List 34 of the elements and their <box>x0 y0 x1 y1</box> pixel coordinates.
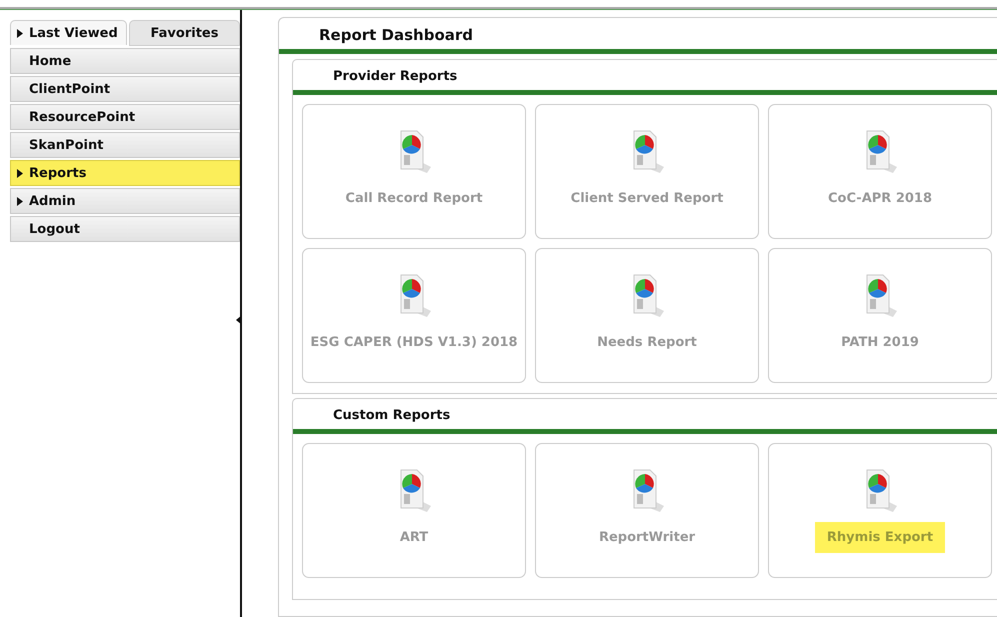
item-label: Home <box>29 54 72 68</box>
item-label: ResourcePoint <box>29 110 136 124</box>
tab-label: Favorites <box>150 26 218 40</box>
item-label: Reports <box>29 166 86 180</box>
expand-arrow-icon <box>17 196 23 206</box>
report-label: PATH 2019 <box>841 334 919 352</box>
item-label: Logout <box>29 222 80 236</box>
report-label: ART <box>400 529 428 547</box>
report-label: Rhymis Export <box>814 522 946 553</box>
report-label: CoC-APR 2018 <box>828 190 932 208</box>
item-label: ClientPoint <box>29 82 110 96</box>
sidebar-item[interactable]: ClientPoint <box>10 76 240 102</box>
section-title: Provider Reports <box>293 60 997 95</box>
sidebar-item[interactable]: Home <box>10 48 240 74</box>
sidebar-tab[interactable]: Last Viewed <box>10 20 127 45</box>
report-label: Client Served Report <box>570 190 724 208</box>
section-title: Custom Reports <box>293 399 997 434</box>
expand-arrow-icon <box>17 28 23 38</box>
sidebar-item[interactable]: Logout <box>10 216 240 242</box>
report-label: ESG CAPER (HDS V1.3) 2018 <box>310 334 518 352</box>
sidebar-item[interactable]: ResourcePoint <box>10 104 240 130</box>
sidebar-tab[interactable]: Favorites <box>129 20 240 46</box>
item-label: SkanPoint <box>29 138 104 152</box>
sidebar-item[interactable]: SkanPoint <box>10 132 240 158</box>
dashboard-title: Report Dashboard <box>279 18 997 54</box>
report-label: ReportWriter <box>598 529 696 547</box>
report-label: Needs Report <box>597 334 697 352</box>
report-label: Call Record Report <box>345 190 483 208</box>
expand-arrow-icon <box>17 168 23 178</box>
tab-label: Last Viewed <box>29 26 118 40</box>
sidebar-item[interactable]: Admin <box>10 188 240 214</box>
collapse-arrow-icon[interactable] <box>236 315 242 325</box>
sidebar-item[interactable]: Reports <box>10 160 240 186</box>
item-label: Admin <box>29 194 76 208</box>
